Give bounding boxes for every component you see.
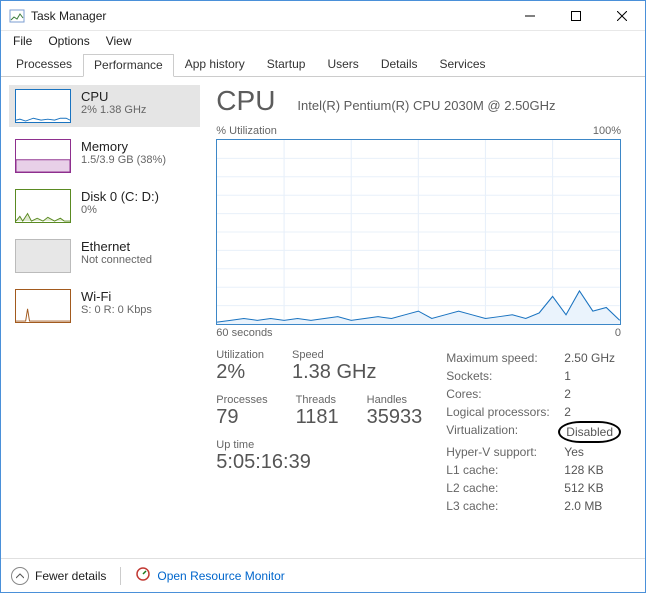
spec-value: 512 KB: [564, 479, 603, 497]
stat-label: Up time: [216, 439, 422, 451]
stat-processes: 79: [216, 406, 267, 429]
sidebar-item-ethernet[interactable]: Ethernet Not connected: [9, 235, 200, 277]
spec-value: Yes: [564, 443, 584, 461]
menu-view[interactable]: View: [98, 32, 140, 50]
tab-app-history[interactable]: App history: [174, 53, 256, 76]
chart-label-tl: % Utilization: [216, 125, 277, 137]
spec-key: L3 cache:: [446, 497, 564, 515]
perf-main: CPU Intel(R) Pentium(R) CPU 2030M @ 2.50…: [208, 77, 645, 558]
maximize-button[interactable]: [553, 1, 599, 31]
open-resource-monitor-label: Open Resource Monitor: [157, 569, 284, 583]
window-title: Task Manager: [31, 9, 507, 23]
spec-row: Virtualization:Disabled: [446, 421, 621, 443]
page-title: CPU: [216, 85, 275, 117]
chart-label-br: 0: [615, 327, 621, 339]
spec-row: L2 cache:512 KB: [446, 479, 621, 497]
spec-row: Sockets:1: [446, 367, 621, 385]
spec-value: 1: [564, 367, 571, 385]
stat-label: Speed: [292, 349, 376, 361]
stat-threads: 1181: [296, 406, 339, 429]
sidebar-sub: 0%: [81, 204, 159, 216]
cpu-model-name: Intel(R) Pentium(R) CPU 2030M @ 2.50GHz: [297, 98, 555, 113]
spec-row: L3 cache:2.0 MB: [446, 497, 621, 515]
stat-label: Utilization: [216, 349, 264, 361]
tab-bar: Processes Performance App history Startu…: [1, 51, 645, 77]
sidebar-item-disk0[interactable]: Disk 0 (C: D:) 0%: [9, 185, 200, 227]
app-icon: [9, 8, 25, 24]
sidebar-label: Disk 0 (C: D:): [81, 189, 159, 204]
open-resource-monitor-link[interactable]: Open Resource Monitor: [135, 566, 284, 585]
tab-details[interactable]: Details: [370, 53, 429, 76]
stat-label: Threads: [296, 394, 339, 406]
stat-label: Processes: [216, 394, 267, 406]
close-button[interactable]: [599, 1, 645, 31]
wifi-thumb-icon: [15, 289, 71, 323]
sidebar-item-wifi[interactable]: Wi-Fi S: 0 R: 0 Kbps: [9, 285, 200, 327]
menu-options[interactable]: Options: [40, 32, 97, 50]
chart-label-tr: 100%: [593, 125, 621, 137]
spec-value: Disabled: [564, 421, 621, 443]
cpu-specs: Maximum speed:2.50 GHzSockets:1Cores:2Lo…: [446, 349, 621, 515]
spec-key: L2 cache:: [446, 479, 564, 497]
spec-key: Virtualization:: [446, 421, 564, 443]
spec-value: 128 KB: [564, 461, 603, 479]
spec-row: L1 cache:128 KB: [446, 461, 621, 479]
footer-bar: Fewer details Open Resource Monitor: [1, 558, 645, 592]
sidebar-sub: S: 0 R: 0 Kbps: [81, 304, 152, 316]
minimize-button[interactable]: [507, 1, 553, 31]
sidebar-label: CPU: [81, 89, 146, 104]
spec-key: Logical processors:: [446, 403, 564, 421]
spec-value: 2: [564, 385, 571, 403]
spec-key: Sockets:: [446, 367, 564, 385]
spec-key: Cores:: [446, 385, 564, 403]
sidebar-sub: Not connected: [81, 254, 152, 266]
stat-speed: 1.38 GHz: [292, 361, 376, 384]
stat-utilization: 2%: [216, 361, 264, 384]
tab-users[interactable]: Users: [316, 53, 369, 76]
spec-value: 2.0 MB: [564, 497, 602, 515]
fewer-details-button[interactable]: Fewer details: [11, 567, 106, 585]
menu-bar: File Options View: [1, 31, 645, 51]
sidebar-sub: 1.5/3.9 GB (38%): [81, 154, 166, 166]
window-controls: [507, 1, 645, 30]
window-titlebar: Task Manager: [1, 1, 645, 31]
sidebar-label: Wi-Fi: [81, 289, 152, 304]
spec-value: 2: [564, 403, 571, 421]
tab-services[interactable]: Services: [429, 53, 497, 76]
cpu-utilization-chart[interactable]: [216, 139, 621, 325]
cpu-thumb-icon: [15, 89, 71, 123]
spec-value: 2.50 GHz: [564, 349, 615, 367]
tab-startup[interactable]: Startup: [256, 53, 317, 76]
divider: [120, 567, 121, 585]
sidebar-item-cpu[interactable]: CPU 2% 1.38 GHz: [9, 85, 200, 127]
sidebar-label: Memory: [81, 139, 166, 154]
spec-row: Maximum speed:2.50 GHz: [446, 349, 621, 367]
resource-monitor-icon: [135, 566, 151, 585]
stat-handles: 35933: [367, 406, 423, 429]
tab-performance[interactable]: Performance: [83, 54, 174, 77]
fewer-details-label: Fewer details: [35, 569, 106, 583]
spec-key: Hyper-V support:: [446, 443, 564, 461]
sidebar-label: Ethernet: [81, 239, 152, 254]
spec-key: L1 cache:: [446, 461, 564, 479]
chart-label-bl: 60 seconds: [216, 327, 272, 339]
spec-row: Hyper-V support:Yes: [446, 443, 621, 461]
spec-row: Logical processors:2: [446, 403, 621, 421]
ethernet-thumb-icon: [15, 239, 71, 273]
stat-label: Handles: [367, 394, 423, 406]
sidebar-item-memory[interactable]: Memory 1.5/3.9 GB (38%): [9, 135, 200, 177]
menu-file[interactable]: File: [5, 32, 40, 50]
stat-uptime: 5:05:16:39: [216, 451, 422, 474]
disk-thumb-icon: [15, 189, 71, 223]
memory-thumb-icon: [15, 139, 71, 173]
sidebar-sub: 2% 1.38 GHz: [81, 104, 146, 116]
chevron-up-icon: [11, 567, 29, 585]
virtualization-circled: Disabled: [558, 421, 621, 443]
tab-processes[interactable]: Processes: [5, 53, 83, 76]
perf-sidebar: CPU 2% 1.38 GHz Memory 1.5/3.9 GB (38%) …: [1, 77, 208, 558]
spec-key: Maximum speed:: [446, 349, 564, 367]
spec-row: Cores:2: [446, 385, 621, 403]
